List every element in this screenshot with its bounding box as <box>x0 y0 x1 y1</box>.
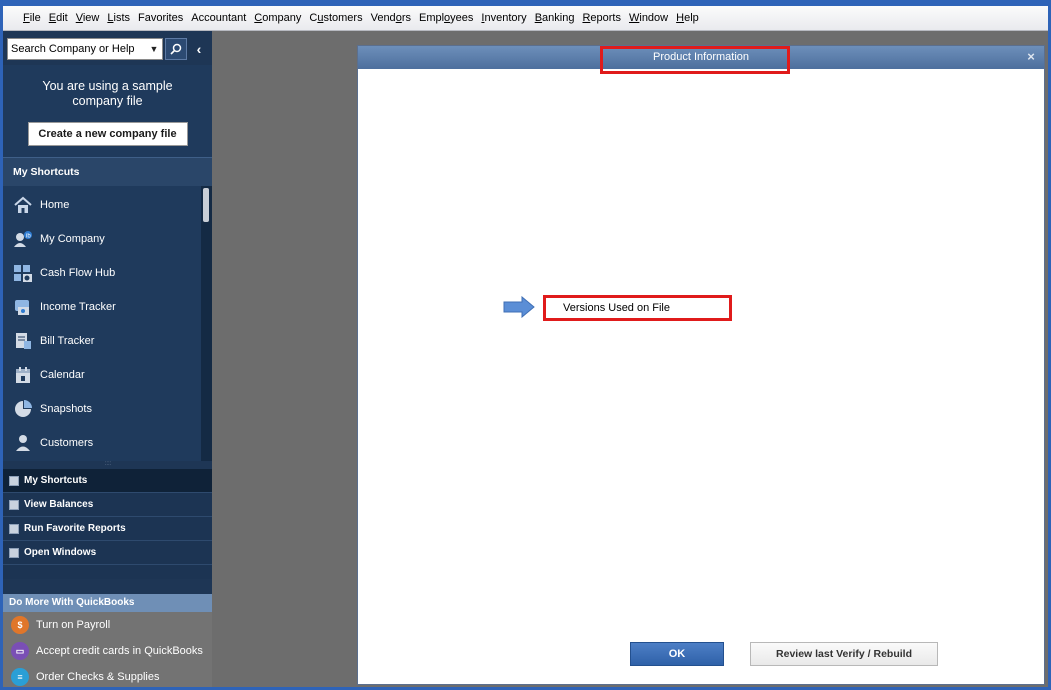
shortcut-label: Customers <box>40 437 94 449</box>
menu-lists[interactable]: Lists <box>106 10 131 26</box>
credit-card-icon: ▭ <box>11 642 29 660</box>
nav-label: View Balances <box>24 499 94 510</box>
collapse-sidebar-button[interactable]: ‹ <box>191 38 207 60</box>
shortcut-my-company[interactable]: ib My Company <box>3 222 201 256</box>
shortcut-label: Income Tracker <box>40 301 116 313</box>
search-dropdown-icon[interactable]: ▼ <box>147 40 161 58</box>
menu-reports[interactable]: Reports <box>581 10 622 26</box>
menu-banking[interactable]: Banking <box>534 10 576 26</box>
shortcut-cash-flow-hub[interactable]: Cash Flow Hub <box>3 256 201 290</box>
search-icon <box>170 43 182 55</box>
menu-file[interactable]: File <box>22 10 42 26</box>
my-company-icon: ib <box>13 229 33 249</box>
do-more-label: Turn on Payroll <box>36 619 111 631</box>
svg-text:ib: ib <box>26 234 31 240</box>
do-more-label: Accept credit cards in QuickBooks <box>36 645 203 657</box>
sample-company-text: You are using a sample company file <box>42 79 173 108</box>
snapshots-icon <box>13 399 33 419</box>
order-checks-link[interactable]: ≡ Order Checks & Supplies <box>3 664 212 687</box>
reports-icon <box>9 523 19 534</box>
create-company-file-button[interactable]: Create a new company file <box>27 122 188 146</box>
review-verify-rebuild-button[interactable]: Review last Verify / Rebuild <box>750 642 938 666</box>
search-button[interactable] <box>165 38 187 60</box>
shortcuts-scrollbar[interactable] <box>201 186 212 461</box>
sample-company-panel: You are using a sample company file Crea… <box>3 65 212 157</box>
shortcuts-header: My Shortcuts <box>3 157 212 186</box>
menu-edit[interactable]: Edit <box>48 10 69 26</box>
menu-employees[interactable]: Employees <box>418 10 474 26</box>
product-information-dialog: Product Information × Versions Used on F… <box>357 45 1045 685</box>
menu-inventory[interactable]: Inventory <box>480 10 527 26</box>
shortcut-customers[interactable]: Customers <box>3 426 201 460</box>
nav-my-shortcuts[interactable]: My Shortcuts <box>3 469 212 493</box>
nav-open-windows[interactable]: Open Windows <box>3 541 212 565</box>
home-icon <box>13 195 33 215</box>
menu-customers[interactable]: Customers <box>308 10 363 26</box>
do-more-header: Do More With QuickBooks <box>3 594 212 612</box>
ok-button[interactable]: OK <box>630 642 724 666</box>
shortcut-label: Snapshots <box>40 403 92 415</box>
shortcut-calendar[interactable]: Calendar <box>3 358 201 392</box>
income-tracker-icon <box>13 297 33 317</box>
search-input[interactable] <box>7 38 163 60</box>
windows-icon <box>9 547 19 558</box>
do-more-label: Order Checks & Supplies <box>36 671 160 683</box>
menu-vendors[interactable]: Vendors <box>370 10 412 26</box>
close-icon[interactable]: × <box>1024 49 1038 65</box>
calendar-icon <box>13 365 33 385</box>
nav-view-balances[interactable]: View Balances <box>3 493 212 517</box>
shortcut-list: Home ib My Company Cash Flow Hub Income … <box>3 186 201 461</box>
shortcut-home[interactable]: Home <box>3 188 201 222</box>
checks-icon: ≡ <box>11 668 29 686</box>
shortcut-label: Cash Flow Hub <box>40 267 116 279</box>
menu-help[interactable]: Help <box>675 10 700 26</box>
right-arrow-icon <box>503 296 535 318</box>
turn-on-payroll-link[interactable]: $ Turn on Payroll <box>3 612 212 638</box>
shortcut-label: My Company <box>40 233 105 245</box>
shortcuts-icon <box>9 475 19 486</box>
balances-icon <box>9 499 19 510</box>
shortcut-label: Calendar <box>40 369 85 381</box>
shortcut-label: Bill Tracker <box>40 335 95 347</box>
shortcut-income-tracker[interactable]: Income Tracker <box>3 290 201 324</box>
scrollbar-thumb[interactable] <box>203 188 209 222</box>
nav-label: Open Windows <box>24 547 97 558</box>
payroll-icon: $ <box>11 616 29 634</box>
bill-tracker-icon <box>13 331 33 351</box>
menu-accountant[interactable]: Accountant <box>190 10 247 26</box>
left-icon-bar: ▼ ‹ You are using a sample company file … <box>3 31 212 687</box>
menu-window[interactable]: Window <box>628 10 669 26</box>
accept-credit-cards-link[interactable]: ▭ Accept credit cards in QuickBooks <box>3 638 212 664</box>
do-more-list: $ Turn on Payroll ▭ Accept credit cards … <box>3 612 212 687</box>
menu-view[interactable]: View <box>75 10 101 26</box>
resize-grip[interactable]: :::: <box>98 461 118 467</box>
shortcut-bill-tracker[interactable]: Bill Tracker <box>3 324 201 358</box>
menu-company[interactable]: Company <box>253 10 302 26</box>
menu-bar: File Edit View Lists Favorites Accountan… <box>3 6 1048 31</box>
title-highlight-box <box>600 46 790 74</box>
sidebar-nav: My Shortcuts View Balances Run Favorite … <box>3 469 212 579</box>
versions-used-on-file-label: Versions Used on File <box>563 302 670 314</box>
customers-icon <box>13 433 33 453</box>
menu-favorites[interactable]: Favorites <box>137 10 184 26</box>
versions-used-on-file-box[interactable]: Versions Used on File <box>543 295 732 321</box>
search-row: ▼ ‹ <box>7 37 208 61</box>
nav-label: Run Favorite Reports <box>24 523 126 534</box>
shortcut-label: Home <box>40 199 70 211</box>
cash-flow-hub-icon <box>13 263 33 283</box>
shortcut-snapshots[interactable]: Snapshots <box>3 392 201 426</box>
nav-label: My Shortcuts <box>24 475 88 486</box>
nav-run-favorite-reports[interactable]: Run Favorite Reports <box>3 517 212 541</box>
